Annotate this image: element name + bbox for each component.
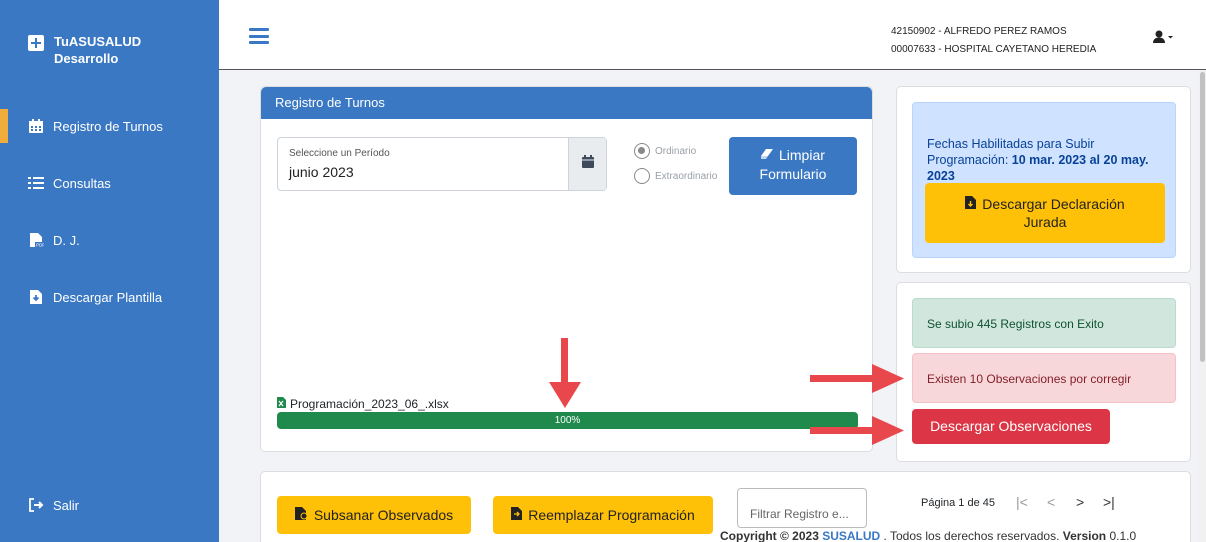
version-value: 0.1.0 <box>1106 529 1137 542</box>
next-page-icon[interactable]: > <box>1076 494 1084 510</box>
filter-input[interactable]: Filtrar Registro e... <box>737 488 867 528</box>
radio-label: Ordinario <box>655 145 697 157</box>
reemplazar-label: Reemplazar Programación <box>528 507 695 523</box>
dates-alert: Fechas Habilitadas para Subir Programaci… <box>912 102 1176 258</box>
clear-form-label-1: Limpiar <box>778 147 825 163</box>
period-selector[interactable]: Seleccione un Período junio 2023 <box>277 137 607 191</box>
upload-progress-bar: 100% <box>277 412 858 429</box>
subsanar-button[interactable]: Subsanar Observados <box>277 496 471 534</box>
first-page-icon[interactable]: |< <box>1016 494 1028 510</box>
brand-title: TuASUSALUD <box>54 34 142 49</box>
sidebar: TuASUSALUD Desarrollo Registro de Turnos… <box>0 0 219 542</box>
susalud-link[interactable]: SUSALUD <box>822 529 880 542</box>
pdf-file-icon: PDF <box>28 232 45 248</box>
copyright-text: Copyright © 2023 <box>720 529 823 542</box>
hospital-name: 00007633 - HOSPITAL CAYETANO HEREDIA <box>891 44 1097 55</box>
subsanar-label: Subsanar Observados <box>313 507 454 523</box>
last-page-icon[interactable]: >| <box>1103 494 1115 510</box>
success-alert: Se subio 445 Registros con Exito <box>912 298 1176 348</box>
file-replace-icon <box>511 507 523 523</box>
rights-text: . Todos los derechos reservados. <box>880 529 1063 542</box>
calendar-icon <box>28 118 44 134</box>
clear-form-button[interactable]: Limpiar Formulario <box>729 137 857 195</box>
excel-file-icon <box>277 397 286 411</box>
uploaded-file: Programación_2023_06_.xlsx <box>277 397 449 411</box>
page-info: Página 1 de 45 <box>921 497 996 509</box>
period-value: junio 2023 <box>289 164 354 180</box>
card-title: Registro de Turnos <box>261 87 872 119</box>
footer: Copyright © 2023 SUSALUD . Todos los der… <box>720 529 1136 542</box>
annotation-arrow-down <box>549 338 581 408</box>
annotation-arrow-right-2 <box>810 416 904 445</box>
logout-button[interactable]: Salir <box>28 497 79 513</box>
eraser-icon <box>761 147 779 163</box>
download-file-icon <box>28 289 44 305</box>
version-label: Version <box>1062 529 1107 542</box>
user-info: 42150902 - ALFREDO PEREZ RAMOS 00007633 … <box>891 23 1096 59</box>
radio-empty-icon <box>634 168 650 184</box>
radio-extraordinario[interactable]: Extraordinario <box>634 168 717 184</box>
svg-text:PDF: PDF <box>36 243 44 248</box>
calendar-icon <box>581 155 594 173</box>
sidebar-item-registro-turnos[interactable]: Registro de Turnos <box>28 118 163 134</box>
sidebar-item-label: Consultas <box>53 175 111 191</box>
logout-label: Salir <box>53 497 80 513</box>
annotation-arrow-right-1 <box>810 364 904 393</box>
top-bar: 42150902 - ALFREDO PEREZ RAMOS 00007633 … <box>219 0 1206 70</box>
radio-selected-icon <box>634 143 650 159</box>
list-icon <box>28 175 44 191</box>
file-name: Programación_2023_06_.xlsx <box>290 397 449 411</box>
radio-ordinario[interactable]: Ordinario <box>634 143 696 159</box>
sign-out-icon <box>28 497 44 513</box>
download-dj-label-2: Jurada <box>1023 214 1067 230</box>
user-menu-icon[interactable] <box>1153 30 1173 44</box>
warning-alert: Existen 10 Observaciones por corregir <box>912 353 1176 403</box>
sidebar-item-consultas[interactable]: Consultas <box>28 175 111 191</box>
period-label: Seleccione un Período <box>289 148 390 159</box>
calendar-picker-button[interactable] <box>568 138 606 190</box>
download-dj-button[interactable]: Descargar Declaración Jurada <box>925 183 1165 243</box>
sidebar-item-label: D. J. <box>53 232 80 248</box>
prev-page-icon[interactable]: < <box>1047 494 1055 510</box>
clear-form-label-2: Formulario <box>759 166 827 182</box>
progress-fill: 100% <box>277 412 858 429</box>
sidebar-item-descargar-plantilla[interactable]: Descargar Plantilla <box>28 289 162 305</box>
medical-plus-icon <box>28 35 44 51</box>
download-dj-label-1: Descargar Declaración <box>982 196 1125 212</box>
active-indicator <box>0 109 8 143</box>
brand-subtitle: Desarrollo <box>54 51 119 66</box>
sidebar-item-dj[interactable]: PDF D. J. <box>28 232 80 248</box>
reemplazar-button[interactable]: Reemplazar Programación <box>493 496 713 534</box>
download-file-icon <box>965 196 977 212</box>
radio-label: Extraordinario <box>655 170 718 182</box>
hamburger-menu-icon[interactable] <box>249 28 269 44</box>
file-gear-icon <box>294 507 308 523</box>
info-card: Fechas Habilitadas para Subir Programaci… <box>896 86 1191 273</box>
scrollbar-thumb[interactable] <box>1200 72 1205 362</box>
sidebar-item-label: Descargar Plantilla <box>53 289 163 305</box>
sidebar-item-label: Registro de Turnos <box>53 118 163 134</box>
brand: TuASUSALUD Desarrollo <box>28 33 141 67</box>
status-card: Se subio 445 Registros con Exito Existen… <box>896 282 1191 462</box>
download-observations-button[interactable]: Descargar Observaciones <box>912 409 1110 444</box>
user-name: 42150902 - ALFREDO PEREZ RAMOS <box>891 26 1067 37</box>
